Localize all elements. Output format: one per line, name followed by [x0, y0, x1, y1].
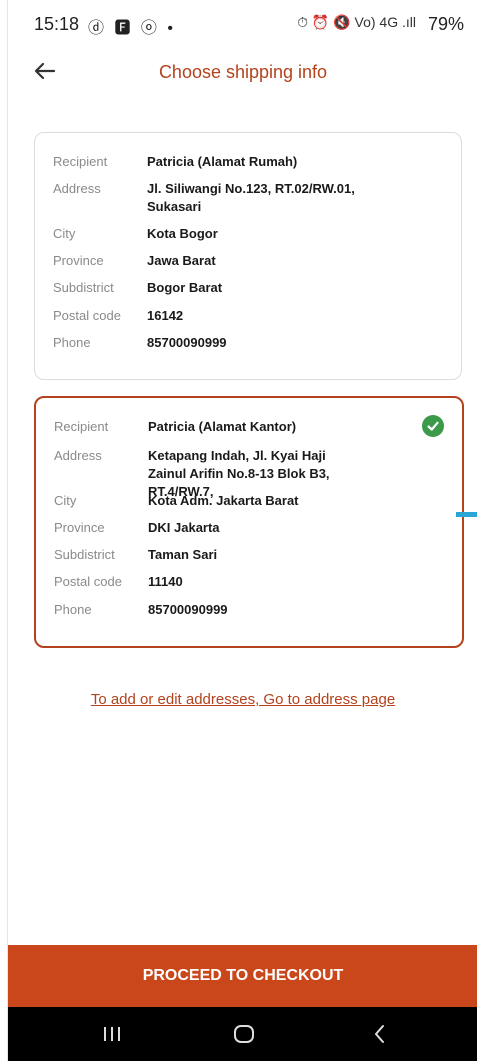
address-card-home[interactable]: Recipient Patricia (Alamat Rumah) Addres…: [34, 132, 462, 380]
field-value: Patricia (Alamat Rumah): [147, 154, 298, 169]
field-value: 85700090999: [147, 335, 227, 350]
field-value: 85700090999: [148, 602, 228, 617]
field-label: Postal code: [54, 574, 122, 589]
field-label: Phone: [54, 602, 92, 617]
field-value: Kota Adm. Jakarta Barat: [148, 493, 299, 508]
field-value: Patricia (Alamat Kantor): [148, 419, 297, 434]
field-label: City: [53, 226, 76, 241]
field-label: Recipient: [53, 154, 108, 169]
selected-check-icon: [422, 415, 444, 437]
page-title: Choose shipping info: [158, 62, 328, 82]
address-page-link[interactable]: To add or edit addresses, Go to address …: [8, 691, 477, 708]
field-label: Recipient: [54, 419, 109, 434]
field-label: Postal code: [53, 308, 121, 323]
field-value: 11140: [148, 574, 183, 589]
field-value: Jawa Barat: [147, 253, 216, 268]
app-screen: 15:18 ⓓ 🅵 ⓞ • ⏱ ⏰ 🔇 Vo) 4G .ıll 79% Choo…: [7, 0, 477, 1061]
field-label: Phone: [53, 335, 91, 350]
recent-apps-icon: [104, 1027, 120, 1041]
field-label: Subdistrict: [54, 547, 115, 562]
field-label: City: [54, 493, 77, 508]
field-value: DKI Jakarta: [148, 520, 220, 535]
field-label: Province: [53, 253, 104, 268]
city-row: City Kota Adm. Jakarta Barat: [54, 492, 418, 510]
proceed-to-checkout-button[interactable]: PROCEED TO CHECKOUT: [8, 945, 477, 1007]
postal-code-row: Postal code 16142: [53, 307, 417, 325]
recipient-row: Recipient Patricia (Alamat Kantor): [54, 418, 418, 436]
field-label: Subdistrict: [53, 280, 114, 295]
subdistrict-row: Subdistrict Bogor Barat: [53, 279, 417, 297]
back-icon: [375, 1025, 384, 1043]
province-row: Province Jawa Barat: [53, 252, 417, 270]
recent-apps-button[interactable]: [92, 1019, 132, 1049]
field-value: Jl. Siliwangi No.123, RT.02/RW.01, Sukas…: [147, 181, 355, 214]
field-value: Bogor Barat: [147, 280, 223, 295]
city-row: City Kota Bogor: [53, 225, 417, 243]
home-button[interactable]: [224, 1019, 264, 1049]
recipient-row: Recipient Patricia (Alamat Rumah): [53, 153, 417, 171]
phone-row: Phone 85700090999: [53, 334, 417, 352]
app-header: Choose shipping info: [8, 48, 477, 98]
field-value: Taman Sari: [148, 547, 218, 562]
phone-row: Phone 85700090999: [54, 601, 418, 619]
subdistrict-row: Subdistrict Taman Sari: [54, 546, 418, 564]
home-icon: [234, 1025, 254, 1043]
nav-back-button[interactable]: [360, 1019, 400, 1049]
address-row: Address Jl. Siliwangi No.123, RT.02/RW.0…: [53, 180, 357, 216]
address-card-office[interactable]: Recipient Patricia (Alamat Kantor) Addre…: [34, 396, 464, 648]
system-status-icons: ⏱ ⏰ 🔇 Vo) 4G .ıll: [297, 14, 416, 30]
notification-icons: ⓓ 🅵 ⓞ •: [88, 20, 176, 37]
status-bar: 15:18 ⓓ 🅵 ⓞ • ⏱ ⏰ 🔇 Vo) 4G .ıll 79%: [8, 0, 477, 48]
system-nav-bar: [8, 1007, 477, 1061]
field-value: Kota Bogor: [147, 226, 218, 241]
scroll-indicator: [456, 512, 477, 517]
field-value: 16142: [147, 308, 184, 323]
postal-code-row: Postal code 11140: [54, 573, 418, 591]
province-row: Province DKI Jakarta: [54, 519, 418, 537]
battery-level: 79%: [427, 14, 464, 34]
status-time: 15:18: [34, 14, 80, 34]
field-label: Address: [53, 181, 101, 196]
field-label: Province: [54, 520, 105, 535]
